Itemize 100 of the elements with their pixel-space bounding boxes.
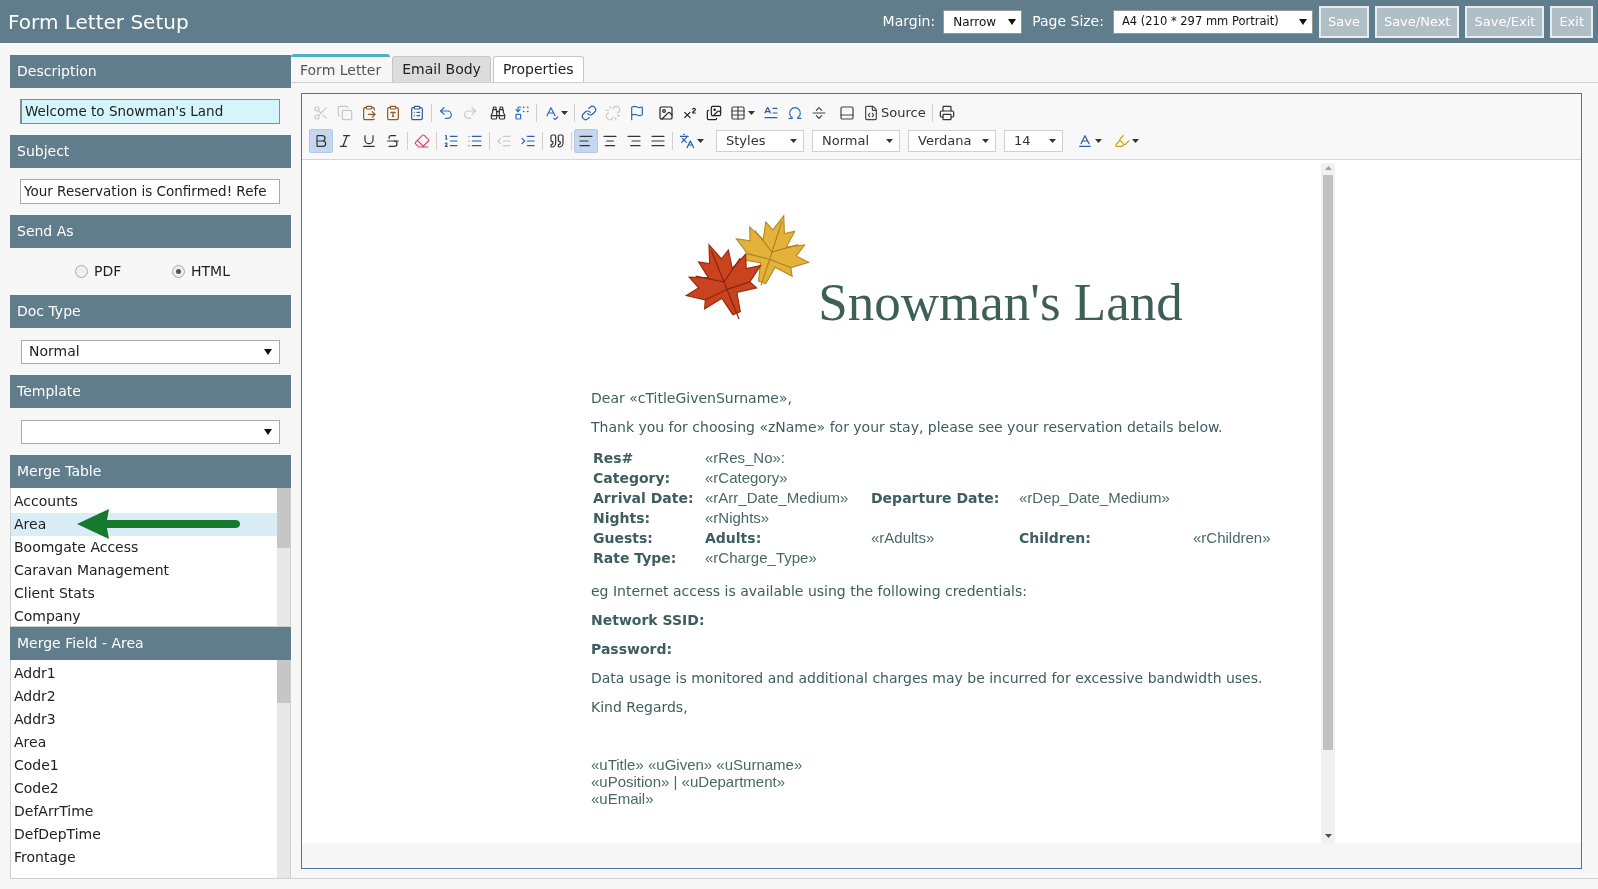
caret-icon [790, 139, 797, 143]
outdent-icon [496, 133, 512, 149]
chain-link-icon [581, 105, 597, 121]
merge-field-value: «rAdults» [871, 529, 935, 546]
clipboard-arrow-icon [361, 105, 377, 121]
table-grid-icon [730, 105, 746, 121]
radio-button[interactable] [172, 265, 185, 278]
letter-paragraph: Dear «cTitleGivenSurname», [591, 389, 792, 408]
printer-icon [938, 105, 955, 121]
code-file-icon [863, 105, 879, 121]
radio-label[interactable]: PDF [94, 261, 122, 282]
omega-icon [787, 105, 803, 121]
dropdown-arrow-icon [264, 348, 272, 355]
language-letters-icon [679, 133, 695, 149]
section-header: Merge Table [10, 455, 291, 488]
merge-field-value: «rChildren» [1193, 529, 1271, 546]
merge-field-value: «rArr_Date_Medium» [705, 489, 849, 506]
merge-field-value: «rCategory» [705, 469, 788, 486]
underline-icon [361, 133, 377, 149]
caret-icon [697, 139, 704, 143]
replace-arrow-icon [514, 105, 530, 121]
merge-field-value: «rNights» [705, 509, 770, 526]
bold-icon [313, 133, 329, 149]
eraser-icon [414, 133, 430, 149]
redo-icon [462, 105, 478, 121]
caret-icon [1095, 139, 1102, 143]
scroll-down-icon[interactable] [1324, 834, 1332, 838]
caret-icon [886, 139, 893, 143]
section-header: Send As [10, 215, 291, 248]
align-left-icon [578, 133, 594, 149]
undo-icon [438, 105, 454, 121]
radio-label[interactable]: HTML [191, 261, 230, 282]
letter-paragraph: Thank you for choosing «zName» for your stay, please see your reservation details below. [591, 418, 1223, 437]
letter-heading: Network SSID: [591, 611, 705, 630]
highlighter-icon [1114, 133, 1130, 149]
quote-marks-icon [549, 133, 565, 149]
broken-link-icon [605, 105, 621, 121]
font-dropdown[interactable]: Verdana [908, 130, 996, 152]
caret-icon [1049, 139, 1056, 143]
strikethrough-icon [385, 133, 401, 149]
spell-check-icon [543, 105, 559, 121]
select-field[interactable] [21, 419, 280, 444]
dropdown-arrow-icon [264, 428, 272, 435]
styles-dropdown[interactable]: Styles [716, 130, 804, 152]
align-left-button[interactable] [574, 129, 598, 153]
radio-button[interactable] [75, 265, 88, 278]
margin-select[interactable]: Narrow [943, 9, 1023, 34]
letter-paragraph: eg Internet access is available using the following credentials: [591, 582, 1027, 601]
page-size-select[interactable]: A4 (210 * 297 mm Portrait) [1112, 9, 1313, 34]
section-header: Subject [10, 135, 291, 168]
logo-text: Snowman's Land [818, 276, 1183, 329]
page-title: Form Letter Setup [8, 8, 189, 36]
align-center-icon [602, 133, 618, 149]
section-header: Merge Field - Area [10, 627, 291, 660]
text-field[interactable]: Your Reservation is Confirmed! Refe [20, 179, 280, 204]
letter-underline-icon [1077, 133, 1093, 149]
bulleted-list-icon [467, 133, 483, 149]
scrollbar-thumb[interactable] [277, 488, 290, 548]
section-header: Template [10, 375, 291, 408]
picture-icon [658, 105, 674, 121]
clipboard-letter-icon [385, 105, 401, 121]
field-label: Rate Type: [593, 550, 677, 566]
bold-button[interactable] [309, 129, 333, 153]
letter-heading: Password: [591, 640, 673, 659]
select-field[interactable]: Normal [21, 339, 280, 364]
format-dropdown[interactable]: Normal [812, 130, 900, 152]
binoculars-icon [490, 105, 506, 121]
field-label: Res# [593, 450, 634, 466]
panel-icon [839, 105, 855, 121]
copy-icon [337, 105, 353, 121]
letter-lines-icon [763, 105, 779, 121]
pictures-icon [706, 105, 722, 121]
section-header: Description [10, 55, 291, 88]
text-field[interactable]: Welcome to Snowman's Land [20, 99, 280, 124]
scrollbar-thumb[interactable] [277, 660, 290, 703]
letter-paragraph: Kind Regards, [591, 698, 688, 717]
merge-field-value: «rCharge_Type» [705, 549, 817, 566]
flag-icon [629, 105, 645, 121]
indent-icon [520, 133, 536, 149]
field-label: Children: [1019, 530, 1091, 546]
caret-icon [1132, 139, 1139, 143]
scissors-icon [313, 105, 329, 121]
merge-field-value: «rDep_Date_Medium» [1019, 489, 1170, 506]
scrollbar-thumb[interactable] [1323, 175, 1333, 750]
tab[interactable]: Properties [492, 56, 584, 82]
font-size-dropdown[interactable]: 14 [1004, 130, 1063, 152]
signature-line: «uPosition» | «uDepartment» [591, 773, 786, 790]
numbered-list-icon [443, 133, 459, 149]
dropdown-arrow-icon [1298, 18, 1307, 25]
tab[interactable]: Email Body [392, 56, 491, 82]
field-label: Arrival Date: [593, 490, 694, 506]
page-size-label: Page Size: [1032, 12, 1104, 31]
field-label: Nights: [593, 510, 651, 526]
source-button[interactable]: Source [859, 101, 930, 125]
margin-label: Margin: [882, 12, 936, 31]
clipboard-list-icon [409, 105, 425, 121]
merge-field-value: «rRes_No»: [705, 449, 786, 466]
field-label: Adults: [705, 530, 762, 546]
caret-icon [748, 111, 755, 115]
align-right-icon [626, 133, 642, 149]
